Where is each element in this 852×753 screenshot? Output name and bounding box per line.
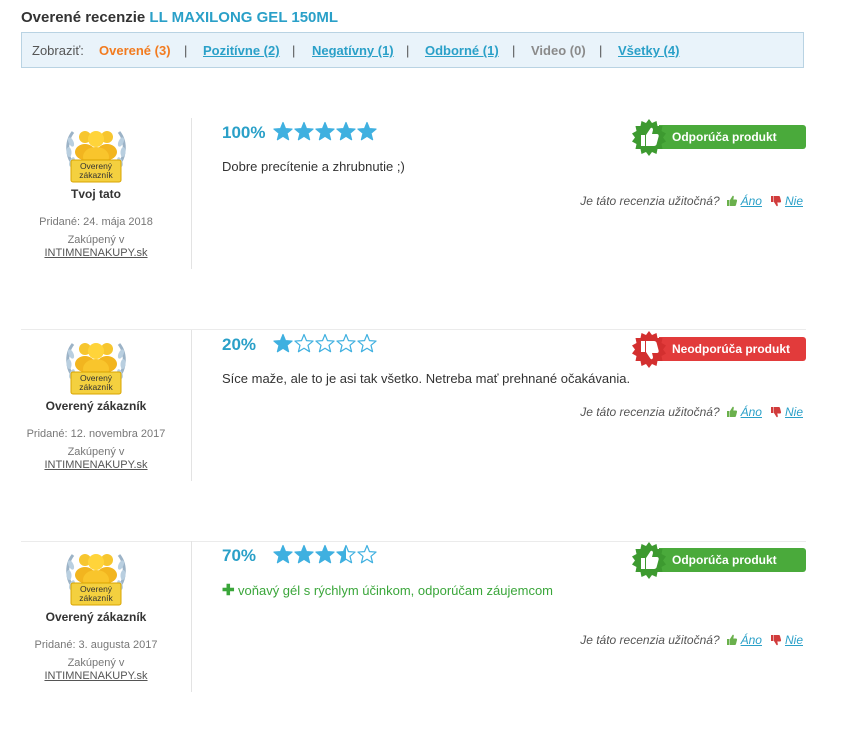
star-icon	[315, 333, 335, 353]
filter-separator: |	[292, 43, 296, 58]
star-icon	[336, 544, 356, 564]
review-date: Pridané: 24. mája 2018	[39, 216, 153, 228]
thumb-down-small-icon	[770, 407, 782, 418]
filter-label: Zobraziť:	[32, 43, 84, 58]
purchase-info: Zakúpený v INTIMNENAKUPY.sk	[21, 446, 171, 472]
verified-customer-badge-icon: Overený zákazník	[63, 330, 129, 396]
helpful-no-link[interactable]: Nie	[785, 633, 803, 647]
reviewer-name: Overený zákazník	[45, 610, 147, 624]
helpful-question: Je táto recenzia užitočná?	[580, 633, 720, 647]
purchase-info: Zakúpený v INTIMNENAKUPY.sk	[21, 234, 171, 260]
rating-percent: 20%	[222, 335, 257, 354]
filter-separator: |	[406, 43, 410, 58]
title-prefix: Overené recenzie	[21, 9, 146, 26]
helpful-question: Je táto recenzia užitočná?	[580, 194, 720, 208]
purchase-info: Zakúpený v INTIMNENAKUPY.sk	[21, 657, 171, 683]
recommendation-label: Odporúča produkt	[672, 130, 777, 144]
recommendation-badge: Neodporúča produkt	[629, 330, 806, 370]
filter-positive[interactable]: Pozitívne (2)	[203, 43, 280, 58]
review-item: Overený zákazník Tvoj tato Pridané: 24. m…	[21, 118, 806, 330]
plus-icon: ✚	[222, 582, 235, 599]
star-icon	[294, 333, 314, 353]
purchased-label: Zakúpený v	[67, 234, 125, 246]
recommendation-label: Odporúča produkt	[672, 553, 777, 567]
star-icon	[273, 121, 293, 141]
recommendation-badge: Odporúča produkt	[629, 541, 806, 581]
thumbs-up-icon	[629, 541, 669, 581]
review-filter-bar: Zobraziť: Overené (3) | Pozitívne (2) | …	[21, 32, 804, 68]
star-icon	[273, 333, 293, 353]
filter-separator: |	[599, 43, 603, 58]
filter-separator: |	[184, 43, 188, 58]
store-link[interactable]: INTIMNENAKUPY.sk	[44, 670, 147, 682]
purchased-label: Zakúpený v	[67, 446, 125, 458]
helpful-vote: Je táto recenzia užitočná? Áno Nie	[580, 633, 803, 647]
star-icon	[294, 121, 314, 141]
review-item: Overený zákazník Overený zákazník Pridané…	[21, 330, 806, 542]
filter-video: Video (0)	[531, 43, 586, 58]
store-link[interactable]: INTIMNENAKUPY.sk	[44, 459, 147, 471]
star-icon	[315, 121, 335, 141]
rating-stars	[273, 121, 377, 143]
recommendation-bar: Odporúča produkt	[659, 125, 806, 149]
rating-stars	[273, 333, 377, 355]
star-icon	[357, 121, 377, 141]
recommendation-bar: Odporúča produkt	[659, 548, 806, 572]
review-date: Pridané: 3. augusta 2017	[34, 639, 158, 651]
recommendation-bar: Neodporúča produkt	[659, 337, 806, 361]
thumb-down-small-icon	[770, 196, 782, 207]
thumb-up-small-icon	[726, 634, 737, 645]
helpful-yes-link[interactable]: Áno	[741, 405, 762, 419]
filter-negative[interactable]: Negatívny (1)	[312, 43, 394, 58]
thumb-up-small-icon	[726, 406, 737, 417]
badge-line2: zákazník	[79, 593, 113, 603]
thumbs-down-icon	[629, 330, 669, 370]
recommendation-label: Neodporúča produkt	[672, 342, 791, 356]
helpful-no-link[interactable]: Nie	[785, 405, 803, 419]
review-text: Síce maže, ale to je asi tak všetko. Net…	[222, 371, 631, 386]
reviewer-name: Tvoj tato	[71, 187, 121, 201]
recommendation-badge: Odporúča produkt	[629, 118, 806, 158]
thumbs-up-icon	[629, 118, 669, 158]
verified-customer-badge-icon: Overený zákazník	[63, 118, 129, 184]
helpful-vote: Je táto recenzia užitočná? Áno Nie	[580, 194, 803, 208]
store-link[interactable]: INTIMNENAKUPY.sk	[44, 247, 147, 259]
star-icon	[315, 544, 335, 564]
star-icon	[357, 333, 377, 353]
filter-verified[interactable]: Overené (3)	[99, 43, 171, 58]
badge-line2: zákazník	[79, 170, 113, 180]
reviewer-name: Overený zákazník	[45, 399, 147, 413]
helpful-vote: Je táto recenzia užitočná? Áno Nie	[580, 405, 803, 419]
helpful-yes-link[interactable]: Áno	[741, 633, 762, 647]
purchased-label: Zakúpený v	[67, 657, 125, 669]
review-date: Pridané: 12. novembra 2017	[26, 428, 166, 440]
pros-text: voňavý gél s rýchlym účinkom, odporúčam …	[238, 583, 554, 598]
rating-stars	[273, 544, 377, 566]
thumb-up-small-icon	[726, 195, 737, 206]
star-icon	[336, 333, 356, 353]
star-icon	[336, 121, 356, 141]
helpful-yes-link[interactable]: Áno	[741, 194, 762, 208]
badge-line2: zákazník	[79, 382, 113, 392]
column-divider	[191, 541, 192, 692]
review-item: Overený zákazník Overený zákazník Pridané…	[21, 541, 806, 753]
rating-percent: 100%	[222, 123, 266, 142]
filter-expert[interactable]: Odborné (1)	[425, 43, 499, 58]
review-pros: ✚ voňavý gél s rýchlym účinkom, odporúčam…	[222, 581, 553, 599]
column-divider	[191, 118, 192, 269]
thumb-down-small-icon	[770, 635, 782, 646]
star-icon	[357, 544, 377, 564]
product-name: LL MAXILONG GEL 150ML	[149, 9, 339, 26]
page-title: Overené recenzie LL MAXILONG GEL 150ML	[21, 9, 338, 26]
column-divider	[191, 330, 192, 481]
rating-percent: 70%	[222, 546, 257, 565]
star-icon	[294, 544, 314, 564]
filter-all[interactable]: Všetky (4)	[618, 43, 679, 58]
helpful-question: Je táto recenzia užitočná?	[580, 405, 720, 419]
star-icon	[273, 544, 293, 564]
helpful-no-link[interactable]: Nie	[785, 194, 803, 208]
filter-separator: |	[512, 43, 516, 58]
verified-customer-badge-icon: Overený zákazník	[63, 541, 129, 607]
review-text: Dobre precítenie a zhrubnutie ;)	[222, 159, 405, 174]
